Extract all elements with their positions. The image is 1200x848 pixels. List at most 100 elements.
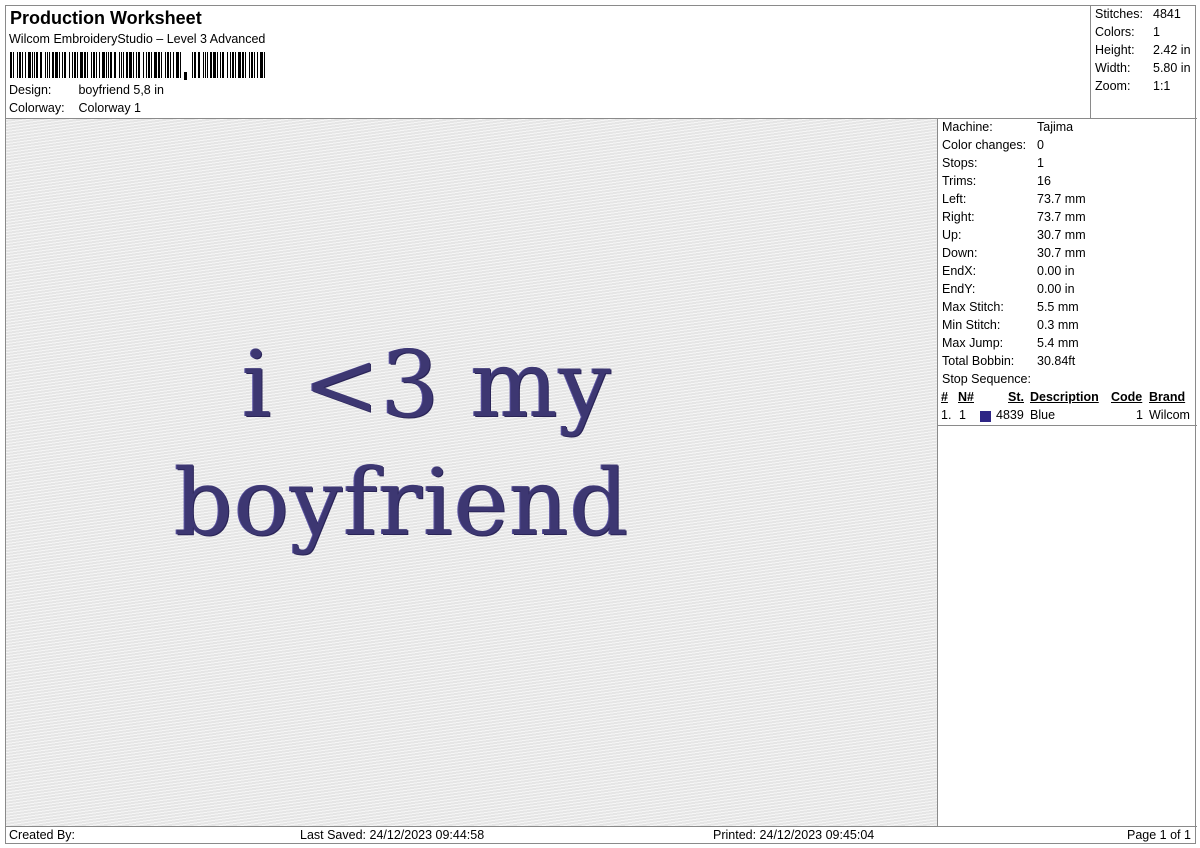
barcode-bar [40, 52, 42, 78]
stat-zoom: Zoom: 1:1 [1095, 79, 1170, 93]
stat-height-value: 2.42 in [1153, 43, 1191, 57]
barcode-bar [80, 52, 83, 78]
barcode-bar [126, 52, 128, 78]
design-label: Design: [9, 83, 52, 97]
barcode-bar [49, 52, 50, 78]
barcode-bar [180, 52, 181, 78]
barcode-bar [22, 52, 23, 78]
stop-stitches: 4839 [996, 408, 1024, 422]
info-row: Total Bobbin: 30.84ft [942, 354, 1075, 372]
info-label: Total Bobbin: [942, 354, 1015, 368]
info-label: Up: [942, 228, 962, 242]
printed-date: Printed: 24/12/2023 09:45:04 [713, 828, 875, 842]
barcode-bar [119, 52, 120, 78]
info-row: Trims: 16 [942, 174, 1051, 192]
barcode-bar [251, 52, 253, 78]
stat-width-label: Width: [1095, 61, 1131, 75]
barcode-bar [52, 52, 54, 78]
info-row: Stops: 1 [942, 156, 1044, 174]
info-value: 73.7 mm [1037, 210, 1086, 224]
barcode-bar [114, 52, 116, 78]
barcode-bar [143, 52, 144, 78]
barcode-bars [10, 52, 265, 80]
col-n: N# [958, 390, 974, 404]
barcode-bar [13, 52, 14, 78]
stats-box: Stitches: 4841 Colors: 1 Height: 2.42 in Wi… [1090, 6, 1197, 119]
info-value: 30.84ft [1037, 354, 1076, 368]
stat-colors: Colors: 1 [1095, 25, 1160, 39]
info-row: Max Jump: 5.4 mm [942, 336, 1079, 354]
info-label: Machine: [942, 120, 993, 134]
stat-height-label: Height: [1095, 43, 1135, 57]
barcode-bar [62, 52, 63, 78]
barcode-bar [264, 52, 265, 78]
barcode-bar [91, 52, 92, 78]
software-name: Wilcom EmbroideryStudio – Level 3 Advanc… [9, 32, 266, 46]
barcode-bar [205, 52, 206, 78]
barcode-bar [213, 52, 216, 78]
col-description: Description [1030, 390, 1099, 404]
barcode-bar [110, 52, 112, 78]
info-value: Tajima [1037, 120, 1074, 134]
stop-sequence-title: Stop Sequence: [942, 372, 1031, 386]
col-st: St. [1008, 390, 1024, 404]
barcode-bar [222, 52, 224, 78]
info-value: 30.7 mm [1037, 228, 1086, 242]
stat-colors-value: 1 [1153, 25, 1160, 39]
barcode-bar [36, 52, 38, 78]
barcode-bar [133, 52, 134, 78]
info-row: Left: 73.7 mm [942, 192, 1086, 210]
barcode-bar [84, 52, 86, 78]
stop-sequence-table: # N# St. Description Code Brand 1. 1 483… [938, 390, 1197, 426]
info-label: Trims: [942, 174, 977, 188]
info-row: Down: 30.7 mm [942, 246, 1086, 264]
barcode-bar [167, 52, 169, 78]
stat-stitches: Stitches: 4841 [1095, 7, 1181, 21]
barcode-bar [260, 52, 263, 78]
barcode-bar [245, 52, 246, 78]
stat-stitches-label: Stitches: [1095, 7, 1143, 21]
barcode-bar [74, 52, 76, 78]
col-num: # [941, 390, 948, 404]
barcode-bar [25, 52, 26, 78]
barcode-bar [136, 52, 137, 78]
barcode-bar [59, 52, 60, 78]
stop-n: 1 [959, 408, 966, 422]
barcode-bar [235, 52, 236, 78]
barcode [10, 52, 265, 80]
barcode-bar [123, 52, 124, 78]
colorway-row: Colorway: Colorway 1 [9, 101, 141, 115]
last-saved: Last Saved: 24/12/2023 09:44:58 [300, 828, 485, 842]
info-row: Right: 73.7 mm [942, 210, 1086, 228]
info-row: Machine: Tajima [942, 120, 1073, 138]
info-value: 30.7 mm [1037, 246, 1086, 260]
barcode-bar [151, 52, 152, 78]
stop-num: 1. [941, 408, 952, 422]
design-row: Design: boyfriend 5,8 in [9, 83, 164, 97]
worksheet-title: Production Worksheet [10, 8, 202, 28]
barcode-bar [10, 52, 12, 78]
barcode-bar [249, 52, 250, 78]
info-value: 5.4 mm [1037, 336, 1079, 350]
info-value: 0.00 in [1037, 282, 1075, 296]
machine-info-panel: Machine: Tajima Color changes: 0 Stops: 1 Trim… [938, 119, 1197, 826]
design-preview: i <3 my boyfriend [6, 119, 938, 826]
barcode-separator [184, 72, 187, 80]
info-row: EndY: 0.00 in [942, 282, 1075, 300]
barcode-bar [254, 52, 255, 78]
embroidery-text-line-2: boyfriend [174, 449, 630, 556]
barcode-bar [96, 52, 97, 78]
barcode-bar [64, 52, 66, 78]
barcode-bar [257, 52, 258, 78]
barcode-bar [230, 52, 231, 78]
barcode-bar [146, 52, 147, 78]
info-label: EndX: [942, 264, 977, 278]
barcode-bar [47, 52, 48, 78]
barcode-bar [129, 52, 132, 78]
barcode-bar [108, 52, 109, 78]
barcode-bar [19, 52, 21, 78]
barcode-bar [69, 52, 70, 78]
barcode-bar [194, 52, 196, 78]
info-value: 1 [1037, 156, 1044, 170]
barcode-bar [34, 52, 35, 78]
